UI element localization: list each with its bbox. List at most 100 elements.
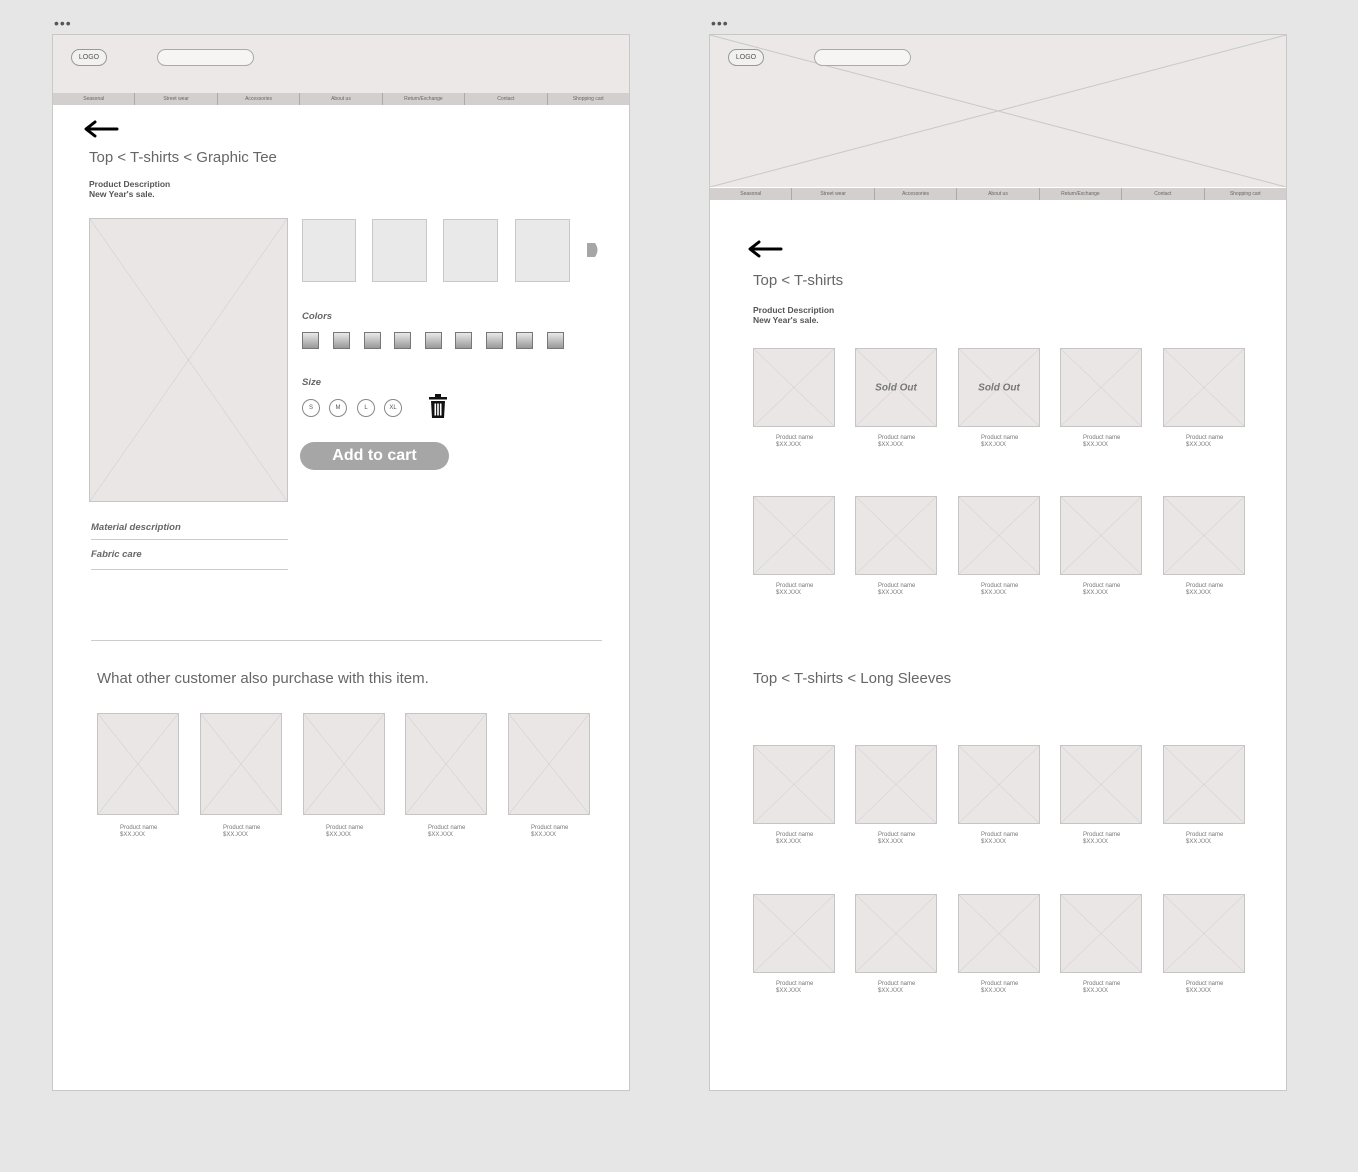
product-name[interactable]: Product name: [981, 435, 1018, 442]
product-image[interactable]: [1163, 496, 1245, 575]
product-image[interactable]: [303, 713, 385, 815]
color-swatch[interactable]: [302, 332, 319, 349]
header: LOGO: [53, 35, 629, 93]
thumbnail-image[interactable]: [302, 219, 356, 282]
product-image[interactable]: [855, 745, 937, 824]
product-image[interactable]: [753, 894, 835, 973]
product-image[interactable]: [958, 496, 1040, 575]
product-image[interactable]: [855, 894, 937, 973]
search-input[interactable]: [814, 49, 911, 66]
product-image[interactable]: [508, 713, 590, 815]
logo[interactable]: LOGO: [71, 49, 107, 66]
nav-item-accessories[interactable]: Accessories: [875, 188, 958, 200]
product-price: $XX.XXX: [878, 988, 904, 994]
product-caption: Product name $XX.XXX: [981, 832, 1018, 846]
product-image[interactable]: [1060, 348, 1142, 427]
product-detail-frame: LOGO Seasonal Street wear Accessories Ab…: [52, 34, 630, 1091]
product-name[interactable]: Product name: [776, 435, 813, 442]
product-name[interactable]: Product name: [981, 832, 1018, 839]
next-arrow-icon[interactable]: [586, 242, 600, 258]
product-image[interactable]: [855, 496, 937, 575]
nav-item-street-wear[interactable]: Street wear: [792, 188, 875, 200]
product-name[interactable]: Product name: [531, 825, 568, 832]
product-name[interactable]: Product name: [1186, 583, 1223, 590]
nav-item-accessories[interactable]: Accessories: [218, 93, 301, 105]
back-arrow-icon[interactable]: [747, 240, 783, 258]
product-image[interactable]: [753, 348, 835, 427]
product-image[interactable]: [958, 894, 1040, 973]
product-image[interactable]: Sold Out: [958, 348, 1040, 427]
color-swatch[interactable]: [547, 332, 564, 349]
product-image[interactable]: [1060, 496, 1142, 575]
menu-dots-icon[interactable]: •••: [711, 16, 729, 30]
accordion-fabric-care[interactable]: Fabric care: [91, 549, 142, 560]
product-name[interactable]: Product name: [776, 832, 813, 839]
nav-item-seasonal[interactable]: Seasonal: [710, 188, 793, 200]
color-swatch[interactable]: [516, 332, 533, 349]
menu-dots-icon[interactable]: •••: [54, 16, 72, 30]
thumbnail-image[interactable]: [515, 219, 570, 282]
product-image[interactable]: [405, 713, 487, 815]
nav-item-street-wear[interactable]: Street wear: [135, 93, 218, 105]
product-name[interactable]: Product name: [981, 583, 1018, 590]
product-price: $XX.XXX: [223, 832, 249, 838]
product-image[interactable]: [97, 713, 179, 815]
add-to-cart-button[interactable]: Add to cart: [300, 442, 449, 470]
logo[interactable]: LOGO: [728, 49, 764, 66]
color-swatch[interactable]: [486, 332, 503, 349]
size-option-s[interactable]: S: [302, 399, 320, 417]
color-swatch[interactable]: [394, 332, 411, 349]
product-image[interactable]: [958, 745, 1040, 824]
product-name[interactable]: Product name: [878, 832, 915, 839]
product-name[interactable]: Product name: [878, 981, 915, 988]
product-name[interactable]: Product name: [428, 825, 465, 832]
product-image[interactable]: [1060, 745, 1142, 824]
product-caption: Product name $XX.XXX: [1083, 981, 1120, 995]
product-image[interactable]: [1163, 745, 1245, 824]
size-option-xl[interactable]: XL: [384, 399, 402, 417]
nav-item-return-exchange[interactable]: Return/Exchange: [1040, 188, 1123, 200]
product-image[interactable]: [1163, 894, 1245, 973]
product-name[interactable]: Product name: [776, 583, 813, 590]
product-image[interactable]: [753, 496, 835, 575]
size-option-m[interactable]: M: [329, 399, 347, 417]
thumbnail-image[interactable]: [443, 219, 498, 282]
nav-item-about-us[interactable]: About us: [300, 93, 383, 105]
color-swatch[interactable]: [425, 332, 442, 349]
nav-item-shopping-cart[interactable]: Shopping cart: [548, 93, 629, 105]
nav-item-contact[interactable]: Contact: [1122, 188, 1205, 200]
product-image[interactable]: [200, 713, 282, 815]
color-swatch[interactable]: [364, 332, 381, 349]
product-image[interactable]: [753, 745, 835, 824]
nav-item-seasonal[interactable]: Seasonal: [53, 93, 136, 105]
product-name[interactable]: Product name: [120, 825, 157, 832]
thumbnail-image[interactable]: [372, 219, 427, 282]
product-name[interactable]: Product name: [223, 825, 260, 832]
product-name[interactable]: Product name: [878, 435, 915, 442]
product-name[interactable]: Product name: [878, 583, 915, 590]
product-name[interactable]: Product name: [1083, 583, 1120, 590]
product-name[interactable]: Product name: [1083, 981, 1120, 988]
color-swatch[interactable]: [333, 332, 350, 349]
trash-icon[interactable]: [429, 394, 447, 418]
color-swatch[interactable]: [455, 332, 472, 349]
nav-item-shopping-cart[interactable]: Shopping cart: [1205, 188, 1286, 200]
product-name[interactable]: Product name: [1186, 435, 1223, 442]
product-image[interactable]: [1060, 894, 1142, 973]
product-name[interactable]: Product name: [1186, 981, 1223, 988]
back-arrow-icon[interactable]: [83, 120, 119, 138]
accordion-material-description[interactable]: Material description: [91, 522, 181, 533]
nav-item-about-us[interactable]: About us: [957, 188, 1040, 200]
nav-item-contact[interactable]: Contact: [465, 93, 548, 105]
product-name[interactable]: Product name: [1186, 832, 1223, 839]
product-image[interactable]: [1163, 348, 1245, 427]
product-image[interactable]: Sold Out: [855, 348, 937, 427]
product-name[interactable]: Product name: [776, 981, 813, 988]
product-name[interactable]: Product name: [1083, 435, 1120, 442]
size-option-l[interactable]: L: [357, 399, 375, 417]
product-name[interactable]: Product name: [981, 981, 1018, 988]
product-name[interactable]: Product name: [1083, 832, 1120, 839]
nav-item-return-exchange[interactable]: Return/Exchange: [383, 93, 466, 105]
search-input[interactable]: [157, 49, 254, 66]
product-name[interactable]: Product name: [326, 825, 363, 832]
